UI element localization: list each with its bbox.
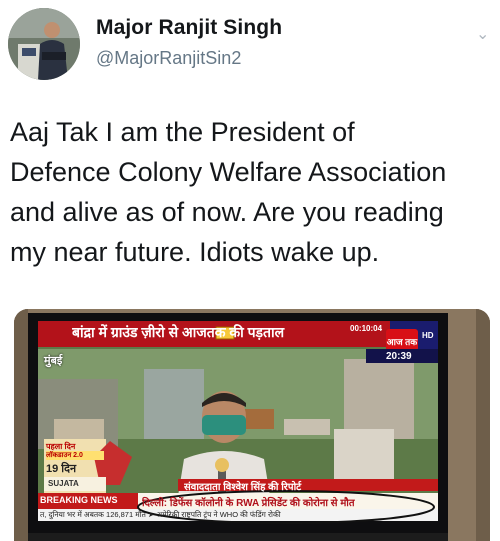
avatar[interactable] (8, 8, 80, 80)
tv-ticker-text: त, दुनिया भर में अबतक 126,871 मौत ➤ अमेर… (40, 510, 281, 519)
author-handle[interactable]: @MajorRanjitSin2 (96, 48, 241, 69)
tv-time-top: 00:10:04 (350, 324, 383, 333)
tweet-line: and alive as of now. Are you reading (10, 197, 444, 227)
tweet-line: Defence Colony Welfare Association (10, 157, 447, 187)
tweet-line: my near future. Idiots wake up. (10, 237, 380, 267)
tv-sujata: SUJATA (48, 479, 79, 488)
tv-breaking-label: BREAKING NEWS (40, 495, 118, 505)
tv-hd-badge: HD (422, 331, 434, 340)
avatar-photo (8, 8, 80, 80)
tweet-text: Aaj Tak I am the President of Defence Co… (10, 112, 498, 272)
tweet-card: Major Ranjit Singh @MajorRanjitSin2 ⌄ Aa… (0, 0, 500, 541)
tv-lockdown: लॉकडाउन 2.0 (46, 451, 104, 460)
tv-day-count: 19 दिन (46, 463, 77, 475)
tv-city: मुंबई (44, 355, 63, 367)
tweet-media-image[interactable]: बांद्रा में ग्राउंड ज़ीरो से आजतक की पड़… (14, 309, 490, 541)
tweet-line: Aaj Tak I am the President of (10, 117, 355, 147)
author-display-name[interactable]: Major Ranjit Singh (96, 16, 282, 40)
tv-breaking-text: दिल्ली: डिफेंस कॉलोनी के RWA प्रेसिडेंट … (142, 498, 355, 509)
tv-reporter-banner: संवाददाता विश्वेश सिंह की रिपोर्ट (184, 482, 302, 493)
tv-headline: बांद्रा में ग्राउंड ज़ीरो से आजतक की पड़… (72, 324, 285, 340)
tv-clock: 20:39 (386, 351, 412, 362)
channel-logo: आज तक (386, 337, 418, 347)
chevron-down-icon[interactable]: ⌄ (476, 24, 489, 44)
